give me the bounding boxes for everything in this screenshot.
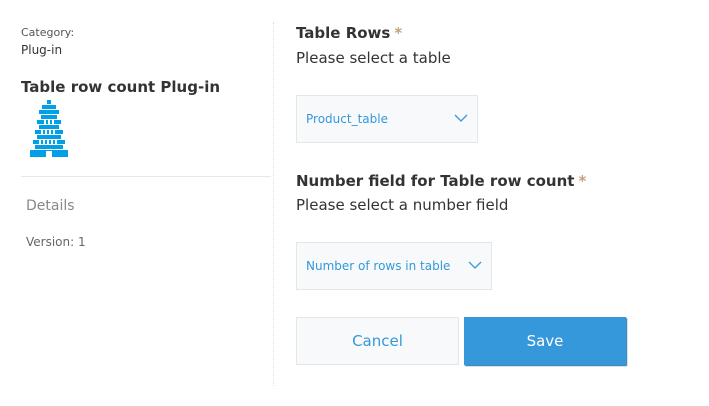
category-label: Category: bbox=[21, 26, 75, 39]
required-mark: * bbox=[394, 24, 403, 42]
plugin-info-sidebar: Category: Plug-in Table row count Plug-i… bbox=[0, 0, 273, 386]
plugin-name: Table row count Plug-in bbox=[21, 78, 221, 96]
category-value: Plug-in bbox=[21, 43, 63, 57]
save-button[interactable]: Save bbox=[464, 317, 626, 365]
table-rows-description: Please select a table bbox=[296, 49, 451, 67]
required-mark: * bbox=[578, 172, 587, 190]
pagoda-icon bbox=[30, 100, 68, 157]
number-field-title: Number field for Table row count * bbox=[296, 172, 587, 190]
number-field-description: Please select a number field bbox=[296, 196, 509, 214]
details-label: Details bbox=[26, 198, 75, 214]
column-divider bbox=[273, 22, 274, 386]
table-select[interactable]: Product_table bbox=[296, 95, 478, 143]
number-field-select-value: Number of rows in table bbox=[306, 259, 451, 273]
table-select-value: Product_table bbox=[306, 112, 388, 126]
sidebar-divider bbox=[21, 176, 271, 177]
table-rows-title: Table Rows * bbox=[296, 24, 403, 42]
chevron-down-icon bbox=[454, 114, 468, 122]
chevron-down-icon bbox=[468, 261, 482, 269]
cancel-button[interactable]: Cancel bbox=[296, 317, 459, 365]
number-field-select[interactable]: Number of rows in table bbox=[296, 242, 492, 290]
version-text: Version: 1 bbox=[26, 235, 86, 249]
